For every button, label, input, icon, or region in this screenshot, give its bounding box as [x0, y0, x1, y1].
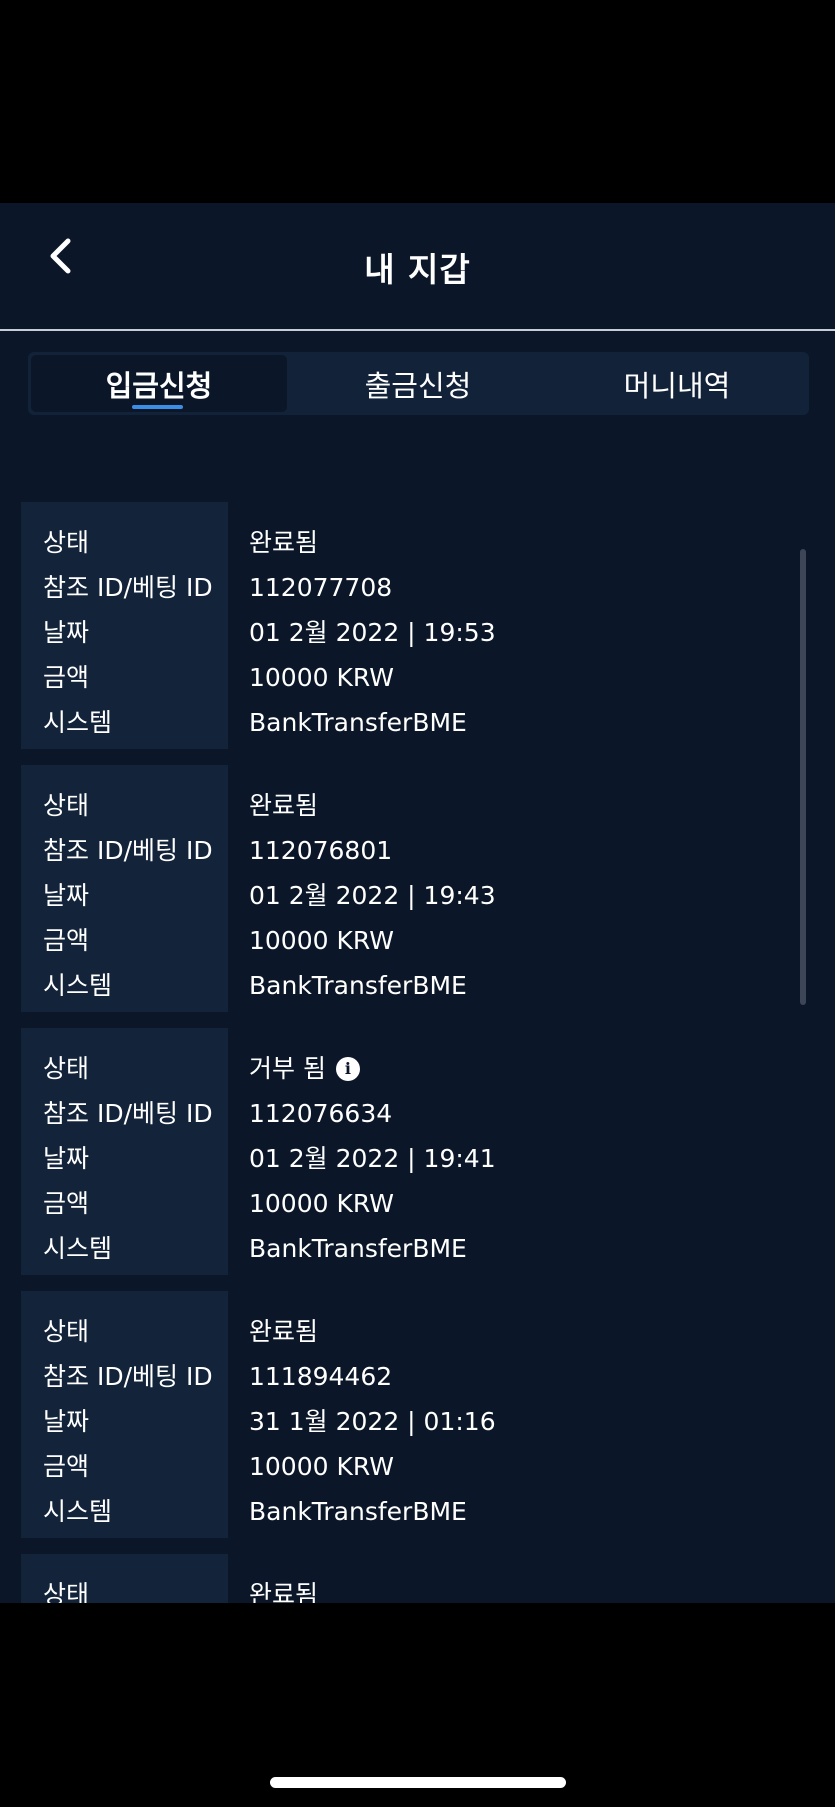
amount-label: 금액: [43, 1452, 90, 1481]
ref-id-label: 참조 ID/베팅 ID: [43, 1362, 213, 1391]
amount-value: 10000 KRW: [249, 663, 394, 692]
status-label: 상태: [43, 528, 90, 557]
system-label: 시스템: [43, 971, 113, 1000]
transaction-card: 상태 거부 됨i 참조 ID/베팅 ID 112076634 날짜 01 2월 202…: [21, 1028, 781, 1275]
status-value: 완료됨: [249, 791, 319, 820]
date-label: 날짜: [43, 618, 90, 647]
system-value: BankTransferBME: [249, 1234, 467, 1263]
active-tab-indicator: [132, 405, 183, 409]
date-value: 01 2월 2022 | 19:43: [249, 881, 496, 910]
tab-label: 머니내역: [623, 368, 731, 403]
info-icon[interactable]: i: [335, 1056, 360, 1081]
system-value: BankTransferBME: [249, 708, 467, 737]
ref-id-value: 112076801: [249, 836, 393, 865]
home-indicator[interactable]: [270, 1777, 566, 1788]
tab-money-history[interactable]: 머니내역: [549, 355, 805, 412]
system-label: 시스템: [43, 708, 113, 737]
tab-deposit-request[interactable]: 입금신청: [31, 355, 287, 412]
ref-id-label: 참조 ID/베팅 ID: [43, 1099, 213, 1128]
system-label: 시스템: [43, 1497, 113, 1526]
ref-id-value: 111894462: [249, 1362, 393, 1391]
amount-value: 10000 KRW: [249, 1452, 394, 1481]
system-label: 시스템: [43, 1234, 113, 1263]
status-value: 완료됨: [249, 528, 319, 557]
tab-withdraw-request[interactable]: 출금신청: [290, 355, 546, 412]
header: 내 지갑: [0, 203, 835, 329]
ref-id-value: 112077708: [249, 573, 393, 602]
wallet-screen: 내 지갑 입금신청 출금신청 머니내역 상태 완료됨 참조 ID/베팅 ID 112…: [0, 203, 835, 1603]
amount-value: 10000 KRW: [249, 926, 394, 955]
date-label: 날짜: [43, 881, 90, 910]
header-divider: [0, 329, 835, 331]
date-value: 31 1월 2022 | 01:16: [249, 1407, 496, 1436]
ref-id-value: 112076634: [249, 1099, 393, 1128]
transaction-card: 상태 완료됨 참조 ID/베팅 ID 112077708 날짜 01 2월 2022 …: [21, 502, 781, 749]
ref-id-label: 참조 ID/베팅 ID: [43, 573, 213, 602]
status-value: 완료됨: [249, 1580, 319, 1603]
page-title: 내 지갑: [364, 250, 471, 289]
transaction-card: 상태 완료됨: [21, 1554, 781, 1603]
date-value: 01 2월 2022 | 19:41: [249, 1144, 496, 1173]
status-value: 완료됨: [249, 1317, 319, 1346]
transaction-list: 상태 완료됨 참조 ID/베팅 ID 112077708 날짜 01 2월 2022 …: [21, 502, 781, 1603]
status-label: 상태: [43, 1054, 90, 1083]
amount-label: 금액: [43, 1189, 90, 1218]
status-bar-area: [0, 0, 835, 203]
date-value: 01 2월 2022 | 19:53: [249, 618, 496, 647]
system-value: BankTransferBME: [249, 1497, 467, 1526]
status-label: 상태: [43, 791, 90, 820]
date-label: 날짜: [43, 1144, 90, 1173]
ref-id-label: 참조 ID/베팅 ID: [43, 836, 213, 865]
status-label: 상태: [43, 1580, 90, 1603]
tab-label: 출금신청: [364, 368, 472, 403]
date-label: 날짜: [43, 1407, 90, 1436]
tab-label: 입금신청: [105, 368, 213, 403]
status-label: 상태: [43, 1317, 90, 1346]
transaction-card: 상태 완료됨 참조 ID/베팅 ID 112076801 날짜 01 2월 2022 …: [21, 765, 781, 1012]
scrollbar[interactable]: [800, 549, 806, 1005]
transaction-card: 상태 완료됨 참조 ID/베팅 ID 111894462 날짜 31 1월 2022 …: [21, 1291, 781, 1538]
tab-bar: 입금신청 출금신청 머니내역: [28, 352, 809, 415]
amount-label: 금액: [43, 663, 90, 692]
system-value: BankTransferBME: [249, 971, 467, 1000]
status-value: 거부 됨i: [249, 1046, 360, 1091]
amount-label: 금액: [43, 926, 90, 955]
amount-value: 10000 KRW: [249, 1189, 394, 1218]
